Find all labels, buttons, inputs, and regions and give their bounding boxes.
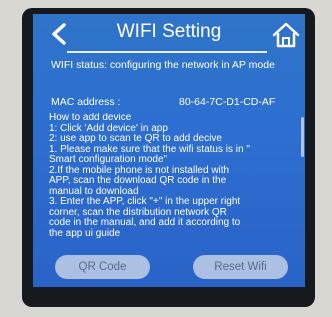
help-scrollbar-thumb[interactable]: [301, 117, 304, 157]
mac-address-value: 80-64-7C-D1-CD-AF: [179, 96, 276, 108]
header: WIFI Setting: [33, 14, 305, 54]
qr-code-button[interactable]: QR Code: [55, 255, 150, 279]
wifi-setting-screen: WIFI Setting WIFI status: configuring th…: [33, 14, 305, 287]
help-text-area[interactable]: How to add device 1: Click 'Add device' …: [49, 113, 295, 247]
help-line: 3. Enter the APP, click "+" in the upper…: [49, 196, 241, 207]
wifi-status-text: WIFI status: configuring the network in …: [51, 59, 275, 71]
help-line: APP, scan the download QR code in the: [49, 175, 227, 186]
help-line: 2: use app to scan te QR to add decive: [49, 133, 222, 144]
page-title: WIFI Setting: [116, 21, 222, 42]
home-icon[interactable]: [272, 22, 300, 48]
header-divider: [67, 51, 267, 53]
help-instructions-list: How to add device 1: Click 'Add device' …: [49, 113, 295, 239]
help-line: the app ui guide: [49, 227, 121, 239]
reset-wifi-button[interactable]: Reset Wifi: [193, 255, 288, 279]
help-line: How to add device: [49, 113, 132, 123]
help-line: code in the manual, and add it according…: [49, 217, 241, 228]
mac-address-label: MAC address :: [51, 96, 121, 108]
help-line: Smart configuration mode": [49, 154, 168, 165]
